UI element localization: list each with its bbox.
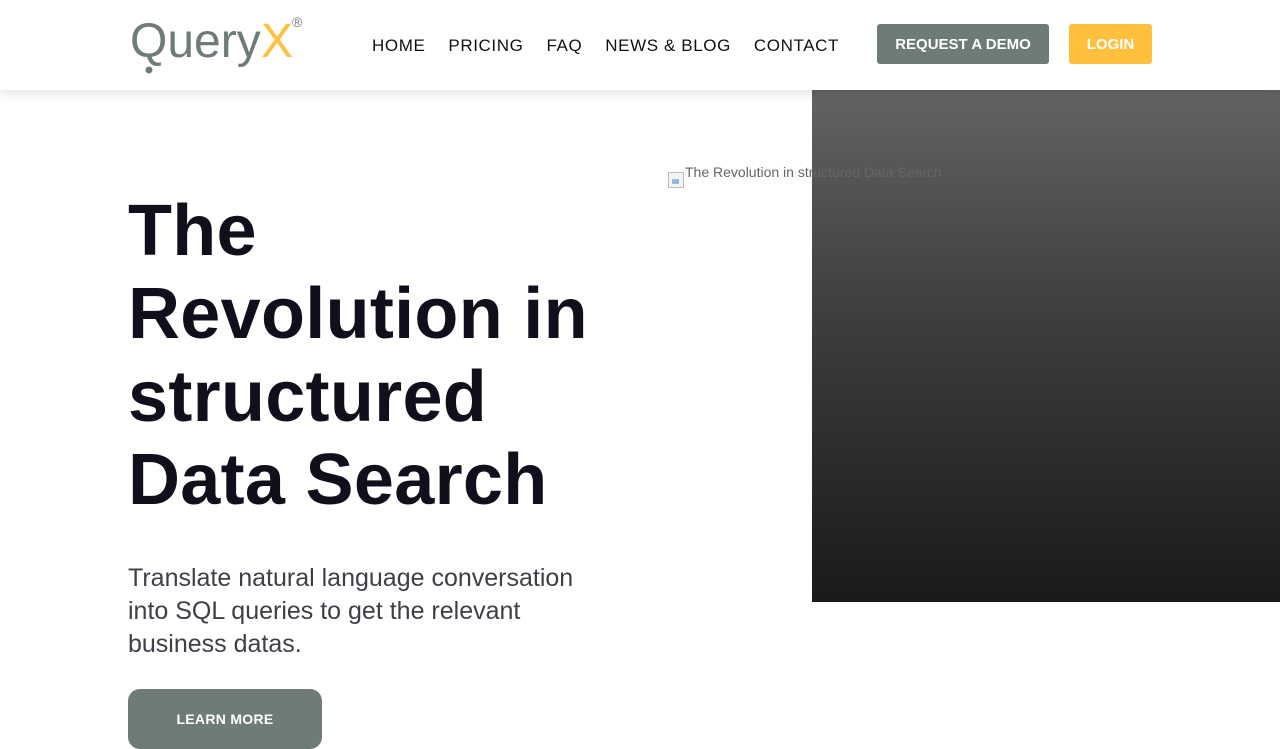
logo-text-main: Query <box>130 15 261 68</box>
login-button[interactable]: LOGIN <box>1069 24 1152 64</box>
learn-more-button[interactable]: LEARN MORE <box>128 689 322 749</box>
site-header: Query X ® HOME PRICING FAQ NEWS & BLOG C… <box>0 0 1280 90</box>
querytx-logo[interactable]: Query X ® <box>130 10 310 80</box>
hero-title-line: Revolution in <box>128 274 588 354</box>
hero-broken-image: The Revolution in structured Data Search <box>668 163 968 189</box>
logo-text-accent: X <box>261 15 293 68</box>
nav-item-faq[interactable]: FAQ <box>546 36 582 56</box>
hero-subtitle: Translate natural language conversation … <box>128 564 574 658</box>
nav-item-contact[interactable]: CONTACT <box>754 36 839 56</box>
hero-title: The Revolution in structured Data Search <box>128 190 648 522</box>
hero-title-line: Data Search <box>128 440 548 520</box>
nav-item-news-blog[interactable]: NEWS & BLOG <box>605 36 731 56</box>
main-nav: HOME PRICING FAQ NEWS & BLOG CONTACT <box>372 36 839 56</box>
hero-image-alt-text: The Revolution in structured Data Search <box>685 164 942 180</box>
logo-registered-mark: ® <box>292 14 303 30</box>
hero-title-line: The <box>128 191 257 271</box>
request-demo-button[interactable]: REQUEST A DEMO <box>877 24 1049 64</box>
logo-dot <box>145 66 153 74</box>
hero-title-line: structured <box>128 357 488 437</box>
nav-item-home[interactable]: HOME <box>372 36 425 56</box>
logo-graphic: Query X ® <box>130 14 303 74</box>
broken-image-icon <box>668 172 684 188</box>
nav-item-pricing[interactable]: PRICING <box>448 36 523 56</box>
